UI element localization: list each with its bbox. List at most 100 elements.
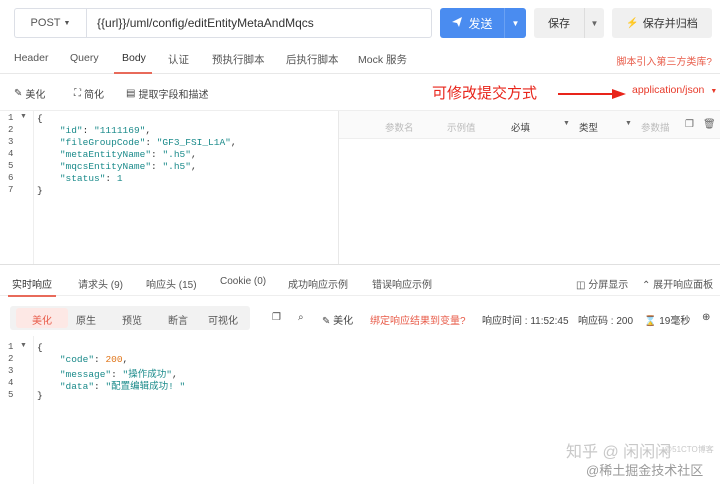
simplify-button[interactable]: ⛶ 简化 [74,86,104,101]
tab-cookie[interactable]: Cookie (0) [220,276,266,287]
code-line: "metaEntityName": ".h5", [59,149,197,160]
param-desc-input[interactable]: 参数描 [641,120,670,134]
send-label: 发送 [468,16,493,31]
tab-success-example[interactable]: 成功响应示例 [288,276,348,291]
code-line: "code": 200, [59,354,129,365]
code-line: "id": "1111169", [59,125,152,136]
line-number: 4 [8,378,14,388]
split-icon: ◫ [576,280,586,291]
search-icon[interactable]: ⌕ [298,312,304,323]
content-type-select[interactable]: application/json ▼ [632,84,717,96]
wand-icon: ✎ [14,88,23,99]
lightning-icon: ⚡ [626,17,639,29]
send-button[interactable]: 发送 ▼ [440,8,526,38]
response-body: 1 ▼ 2 3 4 5 { "code": 200, "message": "操… [0,336,720,484]
tab-body[interactable]: Body [122,52,146,64]
line-number: 5 [8,161,14,171]
json-key: "mqcsEntityName" [59,161,152,172]
expand-label: 展开响应面板 [653,280,714,291]
json-key: "status" [59,173,106,184]
save-button[interactable]: 保存 ▼ [534,8,604,38]
chevron-up-icon: ⌃ [642,280,651,291]
view-visualize[interactable]: 可视化 [208,312,238,327]
trash-icon[interactable]: 🗑 [703,119,716,130]
request-body-editor[interactable]: 1 ▼ 2 3 4 5 6 7 { "id": "1111169", "file… [0,110,720,265]
tab-request-headers[interactable]: 请求头 (9) [78,276,123,291]
json-key: "metaEntityName" [59,149,152,160]
view-beautify[interactable]: 美化 [32,312,52,327]
beautify-button[interactable]: ✎ 美化 [322,312,353,327]
tab-header[interactable]: Header [14,52,48,64]
script-library-link[interactable]: 脚本引入第三方类库? [616,53,712,68]
response-view-switch: 美化 原生 预览 断言 可视化 [10,306,250,330]
json-value: "配置编辑成功! " [105,381,186,392]
beautify-label: 美化 [333,316,354,327]
code-line: "mqcsEntityName": ".h5", [59,161,197,172]
view-preview[interactable]: 预览 [122,312,142,327]
params-header-row: 参数名 示例值 必填 ▼ 类型 ▼ 参数描 ❐ 🗑 [339,111,720,139]
tab-live-response[interactable]: 实时响应 [12,276,52,291]
param-name-input[interactable]: 参数名 [385,120,414,134]
arrow-right-icon [558,89,626,99]
tab-error-example[interactable]: 错误响应示例 [372,276,432,291]
document-icon: ▤ [126,88,136,99]
method-select[interactable]: POST ▼ [14,8,86,38]
json-value: ".h5" [162,149,191,160]
wand-icon: ✎ [322,316,331,327]
extract-label: 提取字段和描述 [138,90,209,101]
view-assert[interactable]: 断言 [168,312,188,327]
duration: ⌛ 19毫秒 [644,312,690,327]
params-panel: 参数名 示例值 必填 ▼ 类型 ▼ 参数描 ❐ 🗑 [338,111,720,265]
csdn-watermark: @51CTO博客 [664,445,714,454]
line-number: 2 [8,125,14,135]
tab-response-headers[interactable]: 响应头 (15) [146,276,197,291]
method-label: POST [30,17,61,29]
tab-query[interactable]: Query [70,52,99,64]
line-gutter: 1 ▼ 2 3 4 5 6 7 [0,111,34,265]
chevron-down-icon: ▼ [563,120,570,127]
line-number: 4 [8,149,14,159]
juejin-watermark: @稀土掘金技术社区 [586,463,704,478]
beautify-button[interactable]: ✎ 美化 [14,86,45,101]
copy-icon[interactable]: ❐ [272,312,281,323]
json-key: "fileGroupCode" [59,137,146,148]
copy-icon[interactable]: ❐ [685,119,694,130]
response-time: 响应时间 : 11:52:45 [482,316,569,327]
active-tab-indicator [114,72,152,74]
line-number: 2 [8,354,14,364]
split-label: 分屏显示 [588,280,629,291]
tab-mock[interactable]: Mock 服务 [358,52,407,67]
code-line: { [37,113,43,124]
json-value: ".h5" [162,161,191,172]
view-raw[interactable]: 原生 [76,312,96,327]
url-input[interactable]: {{url}}/uml/config/editEntityMetaAndMqcs [86,8,432,38]
code-line: "fileGroupCode": "GF3_FSI_L1A", [59,137,237,148]
send-dropdown-icon[interactable]: ▼ [504,8,526,38]
save-label: 保存 [548,18,570,30]
bind-variable-link[interactable]: 绑定响应结果到变量? [370,312,466,327]
tree-icon: ⛶ [74,88,81,99]
param-required-select[interactable]: 必填 [511,120,530,134]
split-view-button[interactable]: ◫ 分屏显示 [576,276,628,291]
response-toolbar: 美化 原生 预览 断言 可视化 ❐ ⌕ ✎ 美化 绑定响应结果到变量? 响应时间… [0,304,720,330]
chevron-down-icon: ▼ [63,19,71,27]
response-tabs: 实时响应 请求头 (9) 响应头 (15) Cookie (0) 成功响应示例 … [0,264,720,297]
extract-fields-button[interactable]: ▤ 提取字段和描述 [126,86,208,101]
request-tabs: Header Query Body 认证 预执行脚本 后执行脚本 Mock 服务… [0,46,720,74]
save-archive-button[interactable]: ⚡ 保存并归档 [612,8,712,38]
tab-auth[interactable]: 认证 [168,52,189,67]
param-example-input[interactable]: 示例值 [447,120,476,134]
beautify-label: 美化 [25,90,46,101]
tab-pre-script[interactable]: 预执行脚本 [212,52,265,67]
add-icon[interactable]: ⊕ [702,312,710,323]
fold-icon[interactable]: ▼ [20,342,27,349]
expand-panel-button[interactable]: ⌃ 展开响应面板 [642,276,713,291]
code-line: } [37,185,43,196]
fold-icon[interactable]: ▼ [20,113,27,120]
tab-post-script[interactable]: 后执行脚本 [286,52,339,67]
active-tab-indicator [8,295,56,297]
param-type-select[interactable]: 类型 [579,120,598,134]
save-archive-label: 保存并归档 [642,18,698,30]
line-gutter: 1 ▼ 2 3 4 5 [0,336,34,484]
save-dropdown-icon[interactable]: ▼ [584,8,604,38]
